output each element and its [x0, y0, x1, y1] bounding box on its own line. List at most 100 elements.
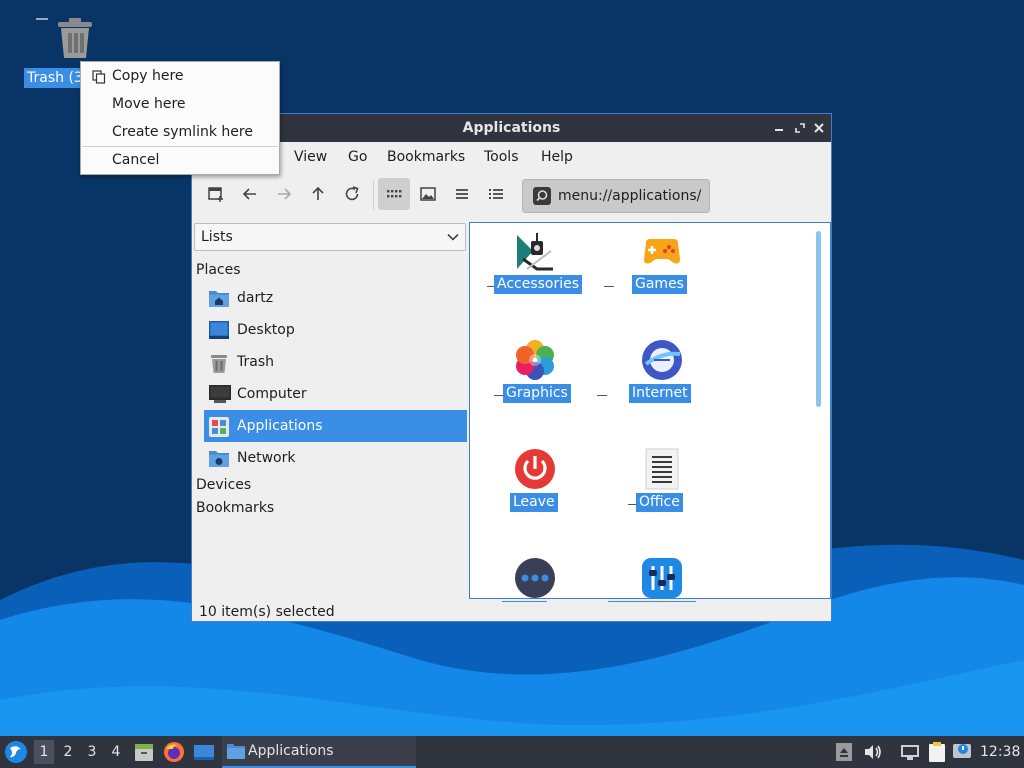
compact-view-button[interactable] [446, 178, 478, 210]
up-button[interactable] [302, 178, 334, 210]
app-folder-games[interactable]: Games [600, 223, 720, 328]
desktop-icon [209, 321, 229, 339]
devices-heading[interactable]: Devices [196, 474, 251, 496]
desktop-trash-label: Trash (3 [24, 68, 86, 88]
scrollbar-thumb[interactable] [816, 231, 821, 407]
workspace-2[interactable]: 2 [58, 740, 78, 764]
workspace-1[interactable]: 1 [34, 740, 54, 764]
chevron-down-icon [447, 233, 459, 241]
location-bar[interactable]: menu://applications/ [522, 179, 710, 213]
tray-clipboard[interactable] [925, 740, 949, 764]
forward-button[interactable] [268, 178, 300, 210]
detailed-list-icon [489, 189, 503, 199]
toolbar: menu://applications/ [192, 174, 831, 218]
move-here-item[interactable]: Move here [81, 91, 279, 118]
new-tab-icon [208, 187, 223, 202]
clock[interactable]: 12:38 [980, 736, 1020, 768]
bookmarks-heading[interactable]: Bookmarks [196, 497, 274, 519]
file-manager-window: Applications View Go Bookmarks Tools Hel… [191, 113, 832, 622]
desktop-icon [194, 745, 214, 760]
back-button[interactable] [234, 178, 266, 210]
place-label: Trash [237, 354, 274, 370]
minimize-button[interactable] [769, 118, 789, 138]
place-network[interactable]: Network [204, 442, 467, 474]
workspace-3[interactable]: 3 [82, 740, 102, 764]
thumbnail-view-button[interactable] [412, 178, 444, 210]
folder-icon [227, 744, 245, 759]
icon-view[interactable]: Accessories Games Graphics Internet Leav… [469, 222, 831, 599]
new-tab-button[interactable] [200, 178, 232, 210]
side-pane: Lists Places dartz Desktop Trash Compute… [192, 222, 469, 600]
maximize-icon [795, 123, 805, 133]
app-folder-accessories[interactable]: Accessories [473, 223, 593, 328]
volume-icon [865, 745, 881, 759]
icon-view-button[interactable] [378, 178, 410, 210]
place-desktop[interactable]: Desktop [204, 314, 467, 346]
cancel-label: Cancel [112, 152, 160, 168]
more-icon [515, 558, 555, 598]
place-applications[interactable]: Applications [204, 410, 467, 442]
detailed-view-button[interactable] [480, 178, 512, 210]
create-symlink-item[interactable]: Create symlink here [81, 119, 279, 146]
place-dartz[interactable]: dartz [204, 282, 467, 314]
tray-network[interactable] [898, 740, 922, 764]
desktop-dash [36, 18, 48, 20]
toolbar-divider [373, 180, 374, 210]
graphics-icon [516, 340, 554, 380]
tray-notifications[interactable] [951, 740, 975, 764]
arrow-right-icon [278, 188, 292, 200]
app-folder-graphics[interactable]: Graphics [473, 332, 593, 437]
show-desktop-button[interactable] [192, 740, 216, 764]
menu-tools[interactable]: Tools [484, 142, 519, 172]
network-icon [901, 745, 919, 760]
app-folder-office[interactable]: Office [600, 441, 720, 546]
menu-go[interactable]: Go [348, 142, 367, 172]
lxqt-logo-icon [5, 741, 27, 763]
maximize-button[interactable] [790, 118, 810, 138]
arrow-up-icon [312, 186, 324, 200]
tray-updates[interactable] [832, 740, 856, 764]
side-pane-mode-select[interactable]: Lists [194, 223, 466, 251]
start-menu-button[interactable] [4, 740, 28, 764]
settings-icon [642, 558, 682, 598]
app-label: Leave [510, 493, 558, 512]
computer-icon [209, 385, 231, 403]
title-bar[interactable]: Applications [192, 114, 831, 142]
app-folder-leave[interactable]: Leave [473, 441, 593, 546]
close-button[interactable] [809, 118, 829, 138]
games-icon [644, 239, 680, 264]
places-heading[interactable]: Places [196, 259, 241, 281]
place-computer[interactable]: Computer [204, 378, 467, 410]
menu-bookmarks[interactable]: Bookmarks [387, 142, 465, 172]
file-manager-launcher[interactable] [132, 740, 156, 764]
selection-tick [604, 286, 614, 287]
selection-line [608, 601, 696, 602]
menu-help[interactable]: Help [541, 142, 573, 172]
cancel-item[interactable]: Cancel [81, 147, 279, 174]
place-label: Network [237, 450, 296, 466]
copy-here-item[interactable]: Copy here [81, 63, 279, 90]
taskbar: 1 2 3 4 Applications 12:38 [0, 736, 1024, 768]
selection-tick [597, 395, 607, 396]
close-icon [814, 123, 824, 133]
trash-icon [211, 355, 227, 373]
reload-button[interactable] [336, 178, 368, 210]
task-button-applications[interactable]: Applications [222, 736, 416, 768]
workspace-4[interactable]: 4 [106, 740, 126, 764]
place-label: Applications [237, 418, 323, 434]
tray-volume[interactable] [861, 740, 885, 764]
place-label: Computer [237, 386, 307, 402]
selection-line [502, 601, 547, 602]
menu-view[interactable]: View [294, 142, 327, 172]
app-folder-other[interactable] [473, 550, 593, 598]
place-label: Desktop [237, 322, 295, 338]
menu-bar: View Go Bookmarks Tools Help [192, 142, 831, 172]
image-icon [420, 187, 436, 201]
eject-icon [836, 743, 852, 761]
firefox-launcher[interactable] [162, 740, 186, 764]
app-folder-settings[interactable] [600, 550, 720, 598]
accessories-icon [517, 233, 553, 271]
status-bar: 10 item(s) selected [192, 600, 831, 622]
app-folder-internet[interactable]: Internet [597, 332, 720, 437]
place-trash[interactable]: Trash [204, 346, 467, 378]
